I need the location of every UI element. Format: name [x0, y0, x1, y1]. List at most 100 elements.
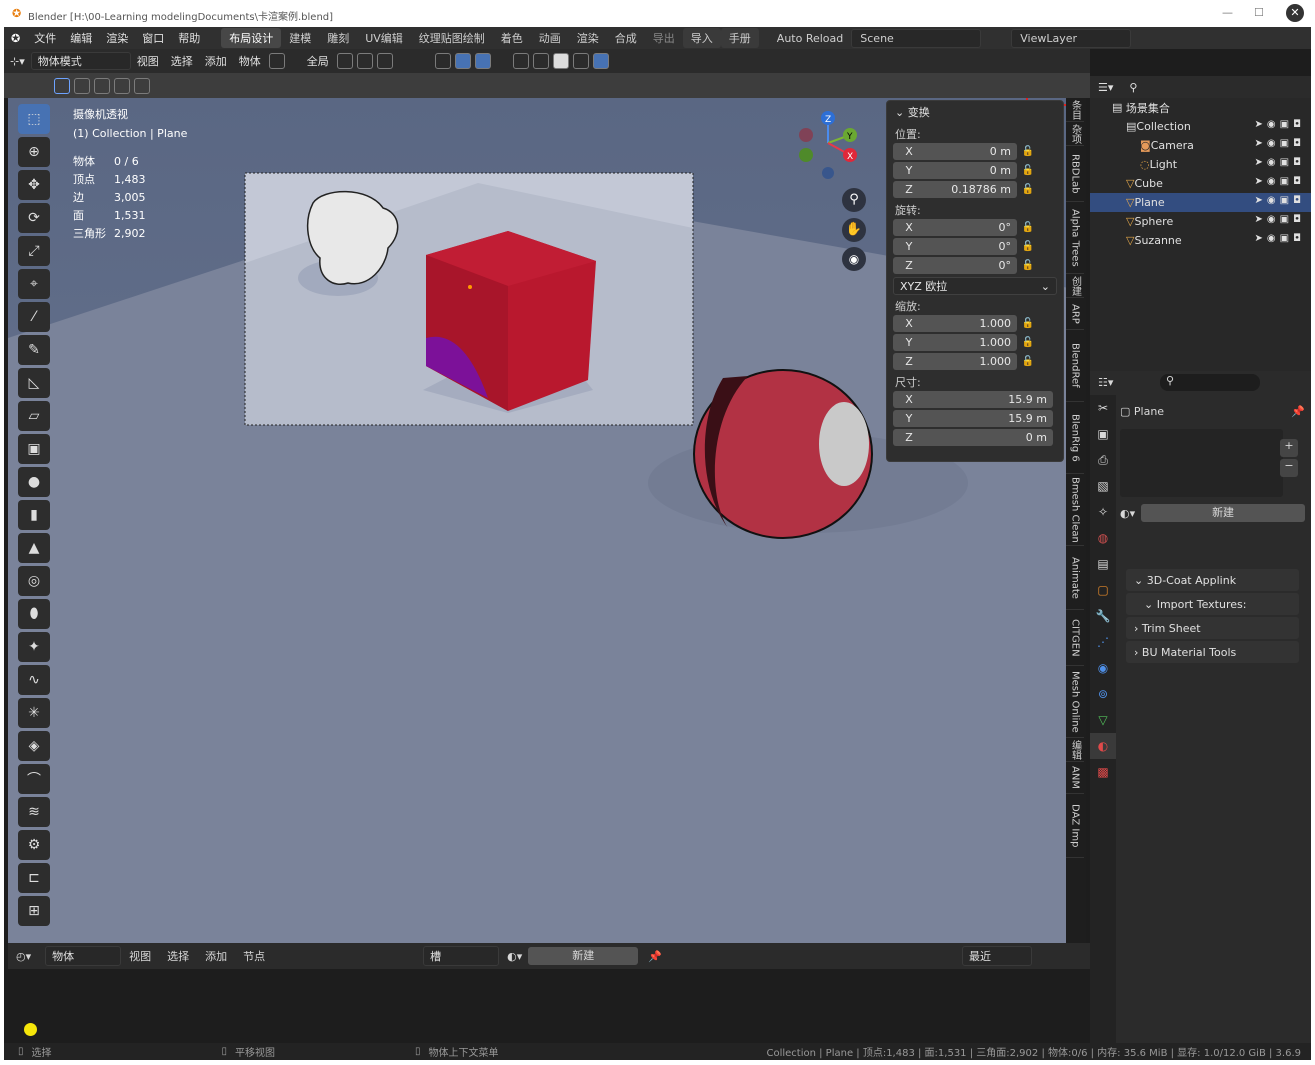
- pin-icon[interactable]: 📌: [648, 950, 662, 963]
- outliner-item[interactable]: ▽ Suzanne ➤◉▣◘: [1090, 231, 1311, 250]
- location-x-field[interactable]: X0 m: [893, 143, 1017, 160]
- shader-editor[interactable]: ◴▾ 物体 视图 选择 添加 节点 槽 ◐▾ 新建 📌 最近: [8, 943, 1090, 1043]
- render-tab-icon[interactable]: ▣: [1090, 421, 1116, 447]
- zoom-icon[interactable]: ⚲: [842, 188, 866, 212]
- menu-render[interactable]: 渲染: [99, 30, 135, 46]
- menu-window[interactable]: 窗口: [135, 30, 171, 46]
- add-cylinder-icon[interactable]: ▮: [18, 500, 50, 530]
- visibility-toggles-icon[interactable]: ➤◉▣◘: [1255, 119, 1305, 130]
- add-gear-icon[interactable]: ⚙: [18, 830, 50, 860]
- scale-z-field[interactable]: Z 1.000: [893, 353, 1017, 370]
- overlay-icon[interactable]: [474, 53, 491, 69]
- tab-texture-paint[interactable]: 纹理贴图绘制: [411, 28, 493, 48]
- material-tab-icon[interactable]: ◐: [1090, 733, 1116, 759]
- panel-trim-sheet[interactable]: › Trim Sheet: [1126, 617, 1299, 639]
- visibility-toggles-icon[interactable]: ➤◉▣◘: [1255, 138, 1305, 149]
- navigation-gizmo[interactable]: Z Y X: [788, 108, 858, 188]
- rotation-mode-select[interactable]: XYZ 欧拉 ⌄: [893, 277, 1057, 295]
- slot-selector[interactable]: 槽: [423, 946, 500, 966]
- lock-icon[interactable]: 🔓: [1017, 241, 1039, 252]
- transform-tool-icon[interactable]: ⌖: [18, 269, 50, 299]
- tab-sculpting[interactable]: 雕刻: [319, 28, 357, 48]
- menu-add[interactable]: 添加: [197, 948, 235, 964]
- visibility-toggles-icon[interactable]: ➤◉▣◘: [1255, 214, 1305, 225]
- lock-icon[interactable]: 🔓: [1017, 337, 1039, 348]
- side-tab[interactable]: Bmesh Clean: [1066, 474, 1084, 546]
- side-tab[interactable]: 条目: [1066, 98, 1084, 122]
- side-tab[interactable]: DAZ Imp: [1066, 794, 1084, 858]
- menu-select[interactable]: 选择: [165, 53, 199, 69]
- menu-file[interactable]: 文件: [27, 30, 63, 46]
- pivot-icon[interactable]: [336, 53, 353, 69]
- add-sphere-icon[interactable]: ●: [18, 467, 50, 497]
- outliner-item[interactable]: ▽ Plane ➤◉▣◘: [1090, 193, 1311, 212]
- minimize-button[interactable]: —: [1222, 6, 1233, 19]
- dimensions-z-field[interactable]: Z0 m: [893, 429, 1053, 446]
- menu-object[interactable]: 物体: [233, 53, 267, 69]
- dimensions-y-field[interactable]: Y 15.9 m: [893, 410, 1053, 427]
- texture-tab-icon[interactable]: ▩: [1090, 759, 1116, 785]
- rotation-y-field[interactable]: Y 0°: [893, 238, 1017, 255]
- side-tab[interactable]: RBDLab: [1066, 146, 1084, 202]
- add-cube-icon[interactable]: ▣: [18, 434, 50, 464]
- side-tab[interactable]: BlendRef: [1066, 330, 1084, 402]
- remove-slot-button[interactable]: −: [1280, 459, 1298, 477]
- outliner-item[interactable]: ◙ Camera ➤◉▣◘: [1090, 136, 1311, 155]
- panel-import-textures[interactable]: ⌄ Import Textures:: [1126, 593, 1299, 615]
- visibility-toggles-icon[interactable]: ➤◉▣◘: [1255, 195, 1305, 206]
- physics-tab-icon[interactable]: ◉: [1090, 655, 1116, 681]
- material-browse-icon[interactable]: ◐▾: [507, 950, 522, 963]
- search-icon[interactable]: ⚲: [1113, 81, 1137, 94]
- new-material-button[interactable]: 新建: [1141, 504, 1305, 522]
- tab-compositing[interactable]: 合成: [607, 28, 645, 48]
- select-extend-icon[interactable]: [74, 77, 90, 94]
- manual-button[interactable]: 手册: [720, 28, 759, 48]
- visibility-icon[interactable]: [434, 53, 451, 69]
- view-layer-selector[interactable]: ViewLayer: [1011, 28, 1132, 48]
- side-tab[interactable]: CITGEN: [1066, 610, 1084, 666]
- panel-bu-material-tools[interactable]: › BU Material Tools: [1126, 641, 1299, 663]
- scale-x-field[interactable]: X 1.000: [893, 315, 1017, 332]
- side-tab[interactable]: Animate: [1066, 546, 1084, 610]
- move-tool-icon[interactable]: ✥: [18, 170, 50, 200]
- xray-icon[interactable]: [512, 53, 529, 69]
- side-tab[interactable]: BlenRig 6: [1066, 402, 1084, 474]
- transform-orientation-selector[interactable]: 全局: [301, 53, 335, 69]
- maximize-button[interactable]: ☐: [1254, 6, 1264, 19]
- recent-selector[interactable]: 最近: [961, 946, 1032, 966]
- lock-icon[interactable]: 🔓: [1017, 222, 1039, 233]
- side-tab[interactable]: ANM: [1066, 762, 1084, 794]
- add-light-icon[interactable]: ✳: [18, 698, 50, 728]
- side-tab[interactable]: Alpha Trees: [1066, 202, 1084, 274]
- menu-edit[interactable]: 编辑: [63, 30, 99, 46]
- add-spring-icon[interactable]: ≋: [18, 797, 50, 827]
- modifier-tab-icon[interactable]: 🔧: [1090, 603, 1116, 629]
- lock-icon[interactable]: 🔓: [1017, 165, 1039, 176]
- annotate-tool-icon[interactable]: ⁄: [18, 302, 50, 332]
- location-y-field[interactable]: Y0 m: [893, 162, 1017, 179]
- world-tab-icon[interactable]: ◍: [1090, 525, 1116, 551]
- select-box-mode-icon[interactable]: [54, 77, 70, 94]
- tab-animation[interactable]: 动画: [531, 28, 569, 48]
- measure-tool-icon[interactable]: ◺: [18, 368, 50, 398]
- lock-icon[interactable]: 🔓: [1017, 184, 1039, 195]
- view-layer-tab-icon[interactable]: ▧: [1090, 473, 1116, 499]
- add-misc-icon[interactable]: ⊞: [18, 896, 50, 926]
- add-armature-icon[interactable]: ✦: [18, 632, 50, 662]
- add-capsule-icon[interactable]: ⬮: [18, 599, 50, 629]
- scene-tab-icon[interactable]: ✧: [1090, 499, 1116, 525]
- output-tab-icon[interactable]: ⎙: [1090, 447, 1116, 473]
- pan-hand-icon[interactable]: ✋: [842, 218, 866, 242]
- material-shading-icon[interactable]: [572, 53, 589, 69]
- data-tab-icon[interactable]: ▽: [1090, 707, 1116, 733]
- material-slot-list[interactable]: [1120, 429, 1283, 497]
- 3d-viewport[interactable]: ⬚ ⊕ ✥ ⟳ ⤢ ⌖ ⁄ ✎ ◺ ▱ ▣ ● ▮ ▲ ◎ ⬮ ✦ ∿ ✳ ◈ …: [8, 98, 1069, 943]
- select-invert-icon[interactable]: [114, 77, 130, 94]
- panel-3dcoat-applink[interactable]: ⌄ 3D-Coat Applink: [1126, 569, 1299, 591]
- close-button[interactable]: ✕: [1286, 4, 1304, 22]
- wireframe-shading-icon[interactable]: [532, 53, 549, 69]
- add-rainbow-icon[interactable]: ⌒: [18, 764, 50, 794]
- scale-y-field[interactable]: Y 1.000: [893, 334, 1017, 351]
- tab-uv-editing[interactable]: UV编辑: [357, 28, 411, 48]
- menu-node[interactable]: 节点: [235, 948, 273, 964]
